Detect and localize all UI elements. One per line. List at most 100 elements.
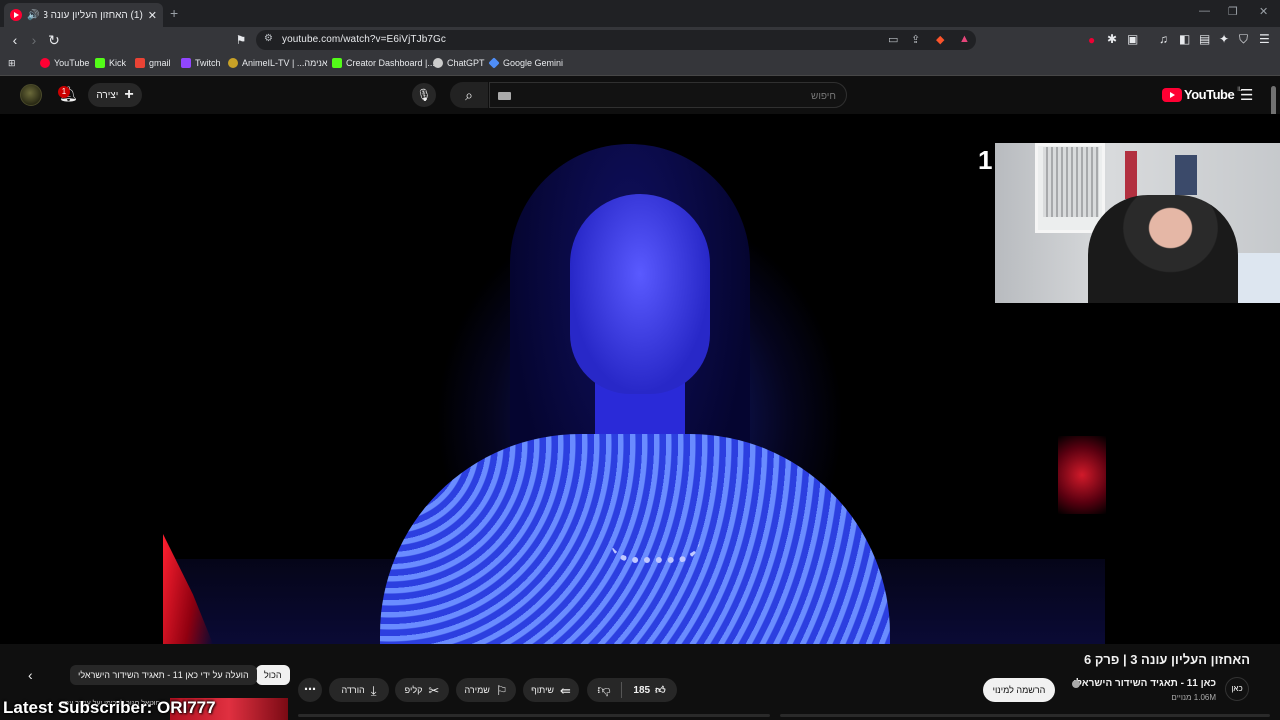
video-metadata: האחזון העליון עונה 3 | פרק 6 כאן כאן 11 … [0, 644, 1280, 720]
gmail-icon [135, 58, 145, 68]
youtube-logo[interactable]: YouTube IL [1162, 87, 1242, 102]
guide-menu-icon[interactable]: ☰ [1240, 86, 1253, 104]
clip-label: קליפ [404, 685, 423, 695]
performer-face [570, 194, 710, 394]
recommendation-divider [298, 714, 770, 717]
bookmark-animeil[interactable]: AnimeIL-TV | ...אנימה [228, 58, 328, 68]
music-icon[interactable]: ♫ [1159, 32, 1168, 46]
webcam-blinds [1043, 147, 1099, 217]
wallet-icon[interactable]: ▤ [1199, 32, 1210, 46]
bookmark-creator-dashboard[interactable]: Creator Dashboard |... [332, 58, 435, 68]
brave-shield-icon[interactable]: ◆ [936, 33, 944, 46]
chip-uploaded-by[interactable]: הועלה על ידי כאן 11 - תאגיד השידור הישרא… [70, 665, 257, 685]
notification-badge: 1 [58, 86, 70, 98]
tab-close-icon[interactable]: ✕ [148, 9, 157, 22]
download-button[interactable]: הורדה ⤓ [329, 678, 389, 702]
clip-button[interactable]: קליפ ✂ [395, 678, 449, 702]
subscriber-count: 1.06M מנויים [1171, 693, 1216, 702]
voice-search-mic-icon[interactable]: 🎙︎ [412, 83, 436, 107]
apps-grid-icon[interactable]: ⊞ [8, 58, 16, 69]
create-button[interactable]: יצירה + [88, 83, 142, 107]
share-icon: ⇚ [560, 682, 571, 698]
tab-title: (1) האחזון העליון עונה 3 | פרק [44, 9, 143, 21]
share-page-icon[interactable]: ⇪ [911, 33, 920, 46]
scissors-icon: ✂ [428, 682, 440, 698]
bookmark-label: YouTube [54, 58, 90, 68]
youtube-masthead: 🔔︎ 1 יצירה + 🎙︎ ⌕ YouTube IL ☰ [0, 77, 1280, 114]
record-extension-icon[interactable]: ● [1088, 33, 1095, 47]
youtube-play-icon [1162, 87, 1182, 102]
download-label: הורדה [341, 685, 365, 695]
address-bar[interactable]: ⚙ youtube.com/watch?v=E6iVjTJb7Gc ▭ ⇪ ◆ … [256, 30, 976, 50]
like-button[interactable]: 185 👍︎ [622, 678, 677, 702]
ai-assistant-icon[interactable]: ✦ [1219, 32, 1229, 46]
bookmark-gmail[interactable]: gmail [135, 58, 171, 68]
share-label: שיתוף [531, 685, 554, 695]
account-avatar[interactable] [20, 84, 42, 106]
screenshot-icon[interactable]: ▣ [1127, 32, 1138, 46]
chip-all[interactable]: הכול [256, 665, 290, 685]
keyboard-icon[interactable] [498, 92, 511, 100]
reload-icon[interactable]: ↻ [45, 31, 63, 49]
twitch-icon [181, 58, 191, 68]
plus-icon: + [124, 86, 134, 103]
maximize-button[interactable]: ❐ [1228, 5, 1238, 18]
thumbs-down-icon: 👎︎ [597, 682, 611, 697]
save-bookmark-icon: ⚐ [495, 682, 508, 698]
bookmark-youtube[interactable]: YouTube [40, 58, 89, 68]
bookmark-kick[interactable]: Kick [95, 58, 126, 68]
more-actions-icon[interactable]: ⋯ [298, 678, 322, 702]
browser-menu-icon[interactable]: ☰ [1259, 32, 1270, 46]
subscribe-button[interactable]: הרשמה למינוי [983, 678, 1055, 702]
sidebar-icon[interactable]: ◧ [1179, 32, 1190, 46]
latest-subscriber-overlay: Latest Subscriber: ORI777 [3, 698, 216, 717]
save-button[interactable]: שמירה ⚐ [456, 678, 516, 702]
cast-icon[interactable]: ▭ [888, 33, 898, 46]
browser-toolbar: ‹ › ↻ ⚑ ⚙ youtube.com/watch?v=E6iVjTJb7G… [0, 27, 1280, 53]
youtube-favicon-icon [10, 9, 22, 21]
bookmark-label: Kick [109, 58, 127, 68]
dislike-button[interactable]: 👎︎ [587, 678, 621, 702]
search-icon: ⌕ [465, 87, 473, 103]
webcam-streamer [1088, 195, 1238, 303]
verified-badge-icon [1072, 680, 1080, 688]
window-close-button[interactable]: ✕ [1259, 5, 1268, 18]
gemini-icon [488, 57, 500, 69]
kick-icon [332, 58, 342, 68]
channel-name[interactable]: כאן 11 - תאגיד השידור הישראלי [1073, 678, 1216, 689]
extensions-icon[interactable]: ✱ [1107, 32, 1117, 46]
search-input[interactable] [536, 87, 836, 105]
share-button[interactable]: שיתוף ⇚ [523, 678, 579, 702]
create-label: יצירה [96, 89, 119, 101]
red-stage-light-right [1058, 436, 1106, 514]
chatgpt-icon [433, 58, 443, 68]
bookmark-chatgpt[interactable]: ChatGPT [433, 58, 485, 68]
back-icon[interactable]: ‹ [6, 31, 24, 49]
bookmark-gemini[interactable]: Google Gemini [488, 57, 563, 69]
youtube-logo-text: YouTube [1184, 87, 1235, 102]
bookmark-twitch[interactable]: Twitch [181, 58, 221, 68]
search-button[interactable]: ⌕ [450, 82, 488, 108]
search-box[interactable] [489, 82, 847, 108]
vpn-shield-icon[interactable]: ⛉ [1239, 32, 1248, 47]
forward-icon[interactable]: › [25, 31, 43, 49]
download-icon: ⤓ [370, 682, 377, 698]
channel-avatar[interactable]: כאן [1225, 677, 1249, 701]
rewards-icon[interactable]: ▲ [959, 33, 970, 45]
speaker-icon[interactable]: 🔊 [27, 10, 39, 21]
bookmark-icon[interactable]: ⚑ [232, 31, 250, 49]
browser-tab-strip: 🔊 (1) האחזון העליון עונה 3 | פרק ✕ + — ❐… [0, 0, 1280, 27]
animeil-icon [228, 58, 238, 68]
youtube-icon [40, 58, 50, 68]
recommendation-divider [780, 714, 1270, 717]
bookmark-label: ChatGPT [447, 58, 485, 68]
chips-prev-chevron-icon[interactable]: ‹ [28, 667, 33, 683]
bookmark-label: Twitch [195, 58, 221, 68]
site-info-icon[interactable]: ⚙ [264, 33, 273, 44]
minimize-button[interactable]: — [1199, 5, 1210, 17]
browser-tab-active[interactable]: 🔊 (1) האחזון העליון עונה 3 | פרק ✕ [4, 3, 163, 27]
url-text[interactable]: youtube.com/watch?v=E6iVjTJb7Gc [282, 34, 446, 45]
new-tab-button[interactable]: + [170, 5, 178, 21]
bookmark-label: gmail [149, 58, 171, 68]
bookmarks-bar: ⊞ YouTube Kick gmail Twitch AnimeIL-TV |… [0, 53, 1280, 76]
